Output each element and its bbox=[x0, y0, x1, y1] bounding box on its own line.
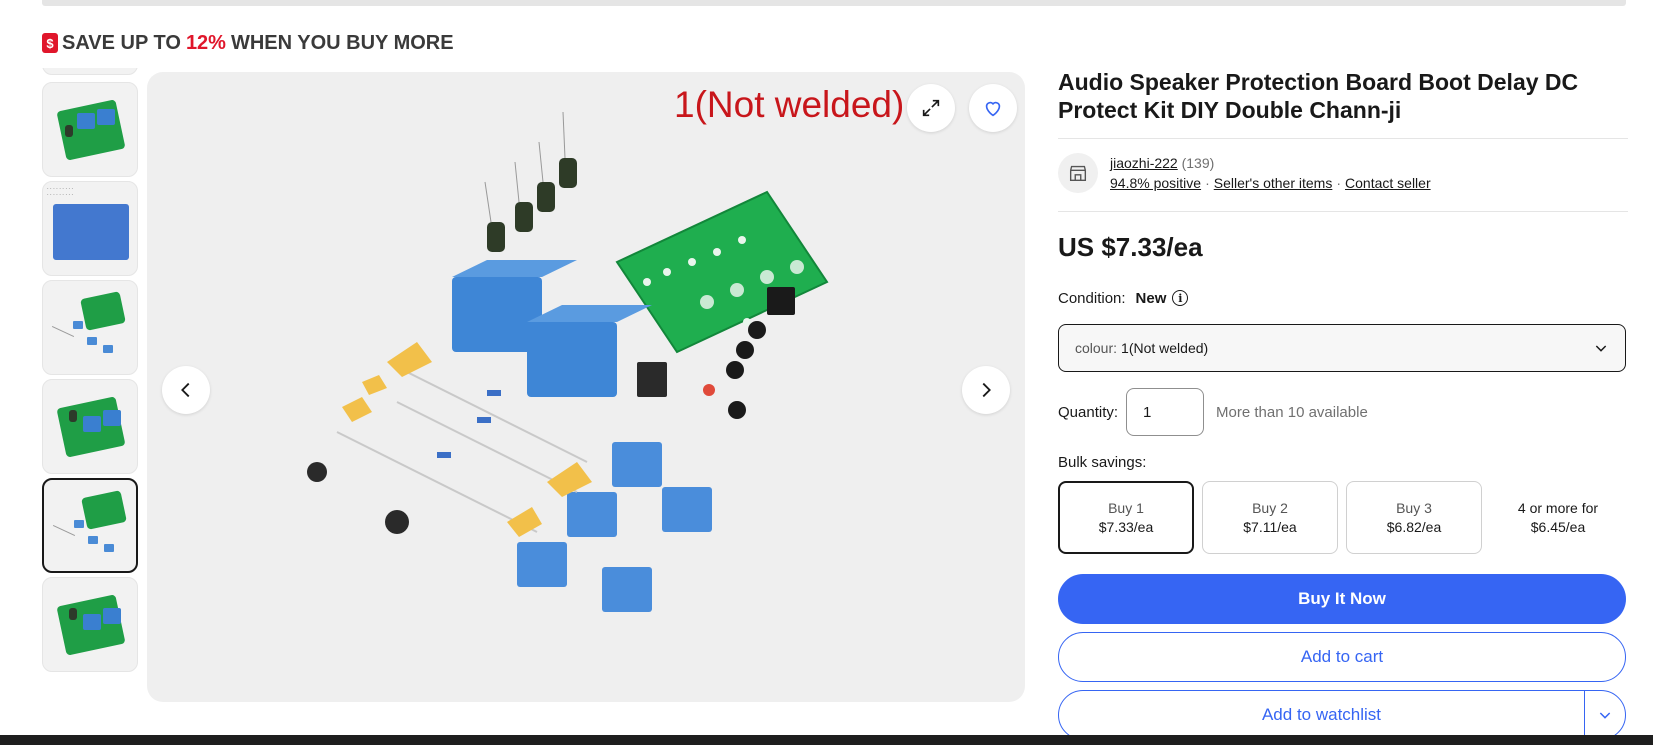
product-price: US $7.33/ea bbox=[1058, 232, 1203, 262]
terminal-blocks bbox=[517, 442, 712, 612]
bulk-tier-1[interactable]: Buy 1 $7.33/ea bbox=[1058, 481, 1194, 554]
quantity-row: Quantity: More than 10 available bbox=[1058, 388, 1628, 436]
heart-icon bbox=[985, 101, 1001, 117]
thumbnail-4[interactable] bbox=[42, 379, 138, 474]
product-kit-illustration bbox=[307, 111, 829, 612]
bulk-savings-options: Buy 1 $7.33/ea Buy 2 $7.11/ea Buy 3 $6.8… bbox=[1058, 481, 1628, 554]
terminal-image bbox=[103, 345, 113, 353]
separator-dot: · bbox=[1336, 175, 1342, 191]
promo-prefix: SAVE UP TO bbox=[62, 31, 181, 54]
thumbnail-6[interactable] bbox=[42, 577, 138, 672]
resistor-image bbox=[51, 325, 75, 338]
chevron-down-icon bbox=[1595, 345, 1607, 352]
tier-price: $7.33/ea bbox=[1098, 518, 1154, 535]
relay-image bbox=[97, 109, 115, 125]
relays bbox=[452, 260, 652, 397]
condition-value: New bbox=[1135, 289, 1167, 307]
thumbnail-1[interactable] bbox=[42, 82, 138, 177]
relay-image bbox=[73, 321, 83, 329]
pcb-image bbox=[81, 490, 127, 530]
product-details-panel: Audio Speaker Protection Board Boot Dela… bbox=[1058, 68, 1628, 740]
relay-image bbox=[103, 608, 121, 624]
previous-image-button[interactable] bbox=[162, 366, 210, 414]
relay-image bbox=[74, 520, 84, 528]
top-divider bbox=[42, 0, 1626, 6]
pcb-board bbox=[615, 190, 829, 354]
bulk-promo-banner: $ SAVE UP TO 12% WHEN YOU BUY MORE bbox=[42, 30, 454, 56]
promo-percent: 12% bbox=[185, 31, 226, 54]
chevron-left-icon bbox=[181, 382, 190, 398]
terminal-image bbox=[87, 337, 97, 345]
relay-image bbox=[83, 416, 101, 432]
diagram-image bbox=[53, 204, 129, 260]
relay-image bbox=[83, 614, 101, 630]
capacitors bbox=[484, 111, 577, 252]
info-icon[interactable]: i bbox=[1172, 290, 1189, 306]
seller-feedback-count: (139) bbox=[1181, 155, 1215, 171]
quantity-label: Quantity: bbox=[1058, 403, 1119, 421]
quantity-input[interactable] bbox=[1126, 388, 1205, 436]
chevron-right-icon bbox=[982, 382, 991, 398]
variation-key: colour: bbox=[1075, 340, 1118, 356]
thumbnail-partial[interactable] bbox=[42, 68, 138, 75]
resistor-image bbox=[52, 524, 76, 537]
expand-icon bbox=[922, 99, 940, 117]
diagram-notes: · · · · · · · · · · · · · · · · · · bbox=[47, 186, 74, 198]
thumbnail-3[interactable] bbox=[42, 280, 138, 375]
store-icon[interactable] bbox=[1058, 153, 1098, 193]
tier-qty: 4 or more for bbox=[1517, 499, 1599, 516]
product-title: Audio Speaker Protection Board Boot Dela… bbox=[1058, 69, 1579, 123]
promo-suffix: WHEN YOU BUY MORE bbox=[230, 31, 454, 54]
capacitor-image bbox=[69, 410, 77, 422]
expand-image-button[interactable] bbox=[907, 84, 955, 132]
pcb-image bbox=[80, 291, 126, 331]
tier-qty: Buy 1 bbox=[1108, 499, 1144, 516]
condition-label: Condition: bbox=[1058, 289, 1126, 307]
relay-image bbox=[103, 410, 121, 426]
tier-price: $6.45/ea bbox=[1530, 518, 1586, 535]
capacitor-image bbox=[65, 125, 73, 137]
seller-positive-link[interactable]: 94.8% positive bbox=[1110, 175, 1201, 191]
terminal-image bbox=[104, 544, 114, 552]
add-to-watchlist-button[interactable]: Add to watchlist bbox=[1058, 690, 1626, 740]
next-image-button[interactable] bbox=[962, 366, 1010, 414]
relay-image bbox=[77, 113, 95, 129]
seller-other-items-link[interactable]: Seller's other items bbox=[1214, 175, 1333, 191]
variation-value: 1(Not welded) bbox=[1121, 340, 1209, 356]
terminal-image bbox=[88, 536, 98, 544]
chevron-down-icon[interactable] bbox=[1597, 707, 1613, 723]
tier-price: $6.82/ea bbox=[1386, 518, 1442, 535]
button-divider bbox=[1584, 691, 1585, 739]
contact-seller-link[interactable]: Contact seller bbox=[1345, 175, 1431, 191]
main-product-image[interactable]: 1(Not welded) bbox=[147, 72, 1025, 702]
condition-row: Condition: New i bbox=[1058, 288, 1628, 308]
capacitor-image bbox=[69, 608, 77, 620]
bulk-savings-label: Bulk savings: bbox=[1058, 454, 1147, 471]
tier-qty: Buy 3 bbox=[1396, 499, 1432, 516]
add-to-cart-button[interactable]: Add to cart bbox=[1058, 632, 1626, 682]
divider bbox=[1058, 211, 1628, 212]
bulk-tier-4[interactable]: 4 or more for $6.45/ea bbox=[1490, 481, 1626, 554]
buy-it-now-button[interactable]: Buy It Now bbox=[1058, 574, 1626, 624]
bulk-tier-3[interactable]: Buy 3 $6.82/ea bbox=[1346, 481, 1482, 554]
divider bbox=[1058, 138, 1628, 139]
price-tag-icon: $ bbox=[42, 33, 58, 53]
tier-price: $7.11/ea bbox=[1243, 518, 1297, 535]
thumbnail-5[interactable] bbox=[42, 478, 138, 573]
tier-qty: Buy 2 bbox=[1252, 499, 1288, 516]
bulk-tier-2[interactable]: Buy 2 $7.11/ea bbox=[1202, 481, 1338, 554]
os-taskbar bbox=[0, 735, 1653, 745]
watch-heart-button[interactable] bbox=[969, 84, 1017, 132]
seller-info: jiaozhi-222 (139) 94.8% positive · Seller'… bbox=[1058, 153, 1628, 197]
watchlist-label: Add to watchlist bbox=[1261, 705, 1382, 724]
seller-name-link[interactable]: jiaozhi-222 bbox=[1110, 155, 1178, 171]
separator-dot: · bbox=[1205, 175, 1210, 191]
thumbnail-strip: · · · · · · · · · · · · · · · · · · bbox=[42, 68, 138, 703]
colour-select[interactable]: colour: 1(Not welded) bbox=[1058, 324, 1626, 372]
availability-text: More than 10 available bbox=[1216, 403, 1368, 421]
thumbnail-2[interactable]: · · · · · · · · · · · · · · · · · · bbox=[42, 181, 138, 276]
